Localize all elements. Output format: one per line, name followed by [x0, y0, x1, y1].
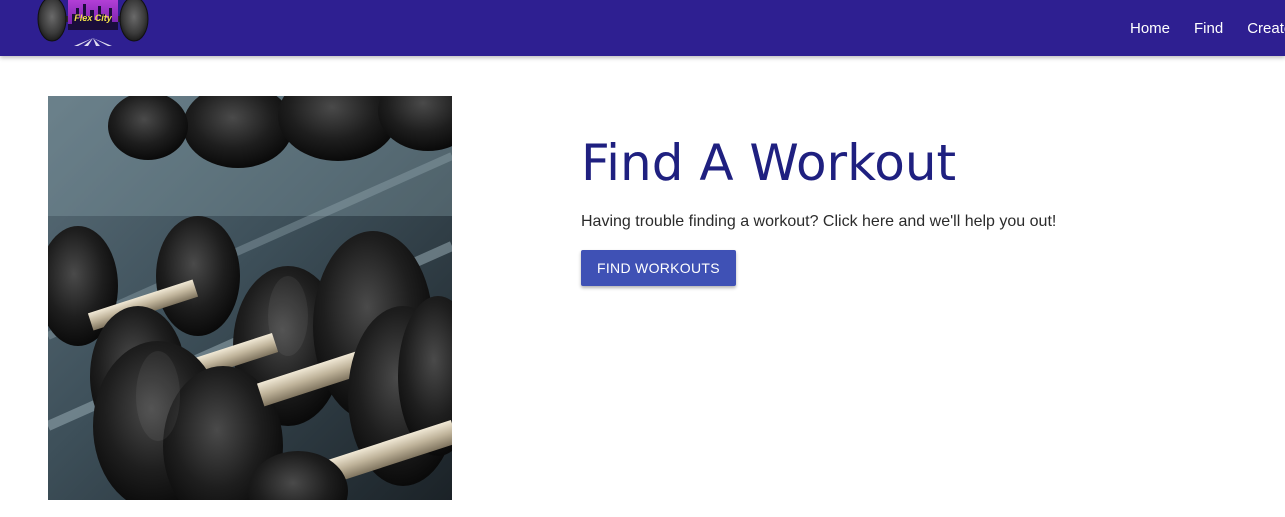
dumbbell-logo-icon: Flex City: [37, 0, 149, 46]
main-nav: Home Find Create: [1118, 0, 1285, 56]
dumbbell-rack-image: [48, 96, 452, 500]
logo-text: Flex City: [74, 13, 113, 23]
navbar: Flex City Home Find Create: [0, 0, 1285, 56]
page-title: Find A Workout: [581, 134, 957, 192]
hero-description: Having trouble finding a workout? Click …: [581, 213, 1057, 230]
nav-create-link[interactable]: Create: [1235, 20, 1285, 37]
brand-logo[interactable]: Flex City: [36, 0, 150, 46]
nav-find-link[interactable]: Find: [1182, 20, 1235, 37]
hero-content: Find A Workout Having trouble finding a …: [581, 130, 1221, 286]
find-workouts-button[interactable]: FIND WORKOUTS: [581, 250, 736, 286]
nav-home-link[interactable]: Home: [1118, 20, 1182, 37]
dumbbells-photo: [48, 96, 452, 500]
